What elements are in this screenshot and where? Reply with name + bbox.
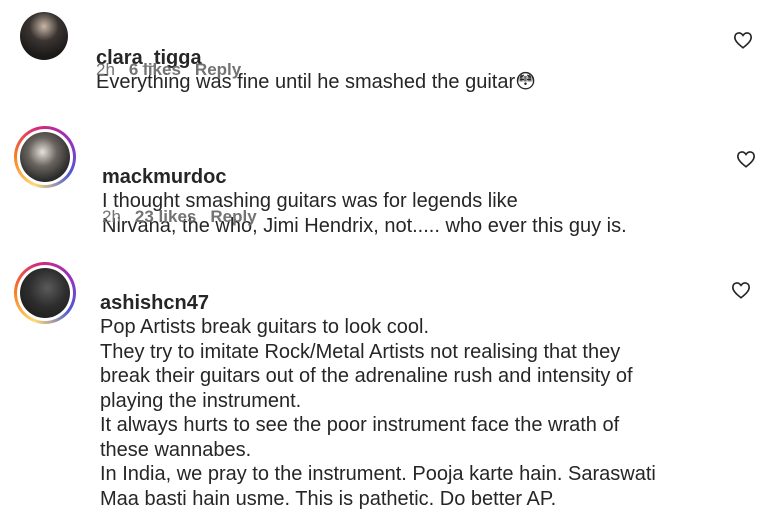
comment-body: clara_tigga Everything was fine until he… <box>96 21 716 95</box>
comment-username[interactable]: ashishcn47 <box>100 292 209 314</box>
avatar[interactable] <box>20 12 68 60</box>
avatar[interactable] <box>14 262 76 324</box>
comment-item: clara_tigga Everything was fine until he… <box>0 0 770 110</box>
heart-outline-icon[interactable] <box>733 31 753 49</box>
comment-time: 2h <box>102 207 121 226</box>
comment-likes[interactable]: 6 likes <box>129 60 181 80</box>
comment-likes[interactable]: 23 likes <box>135 207 196 227</box>
avatar-image <box>20 12 68 60</box>
reply-button[interactable]: Reply <box>210 207 256 227</box>
avatar-image <box>20 268 70 318</box>
comment-body: ashishcn47 Pop Artists break guitars to … <box>100 266 730 511</box>
comment-username[interactable]: mackmurdoc <box>102 166 227 188</box>
comment-item: mackmurdoc I thought smashing guitars wa… <box>0 120 770 250</box>
heart-outline-icon[interactable] <box>736 150 756 168</box>
comment-meta: 2h 23 likes Reply <box>102 207 257 227</box>
comment-text: Pop Artists break guitars to look cool. … <box>100 316 656 510</box>
comment-meta: 2h 6 likes Reply <box>96 60 241 80</box>
heart-outline-icon[interactable] <box>731 281 751 299</box>
comment-item: ashishcn47 Pop Artists break guitars to … <box>0 258 770 511</box>
avatar-image <box>20 132 70 182</box>
comment-time: 2h <box>96 60 115 79</box>
reply-button[interactable]: Reply <box>195 60 241 80</box>
avatar[interactable] <box>14 126 76 188</box>
